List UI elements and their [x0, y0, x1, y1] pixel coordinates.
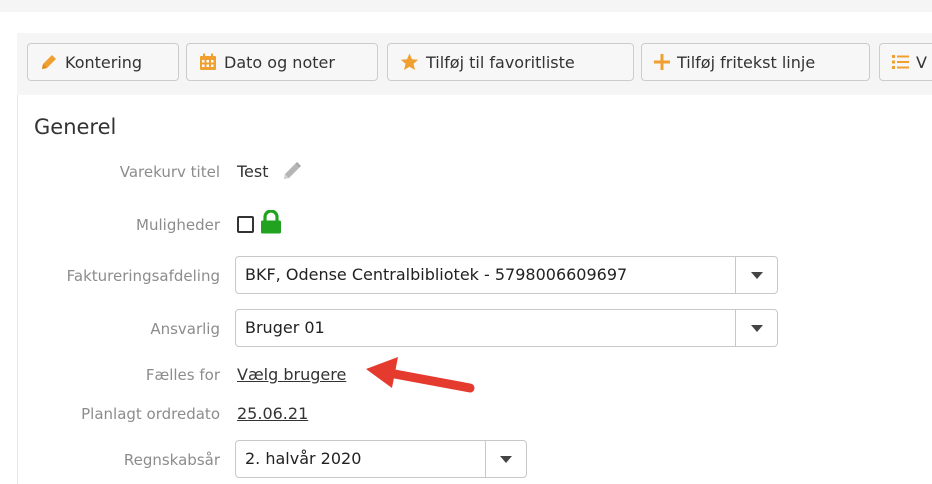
select-divider — [485, 441, 486, 477]
kontering-label: Kontering — [65, 52, 143, 72]
section-title: Generel — [34, 115, 117, 139]
plus-icon — [654, 54, 670, 70]
visning-button[interactable]: V — [879, 43, 932, 81]
planlagt-date-link[interactable]: 25.06.21 — [237, 404, 308, 423]
list-icon — [892, 55, 909, 69]
ansvarlig-label: Ansvarlig — [150, 320, 220, 338]
planlagt-label: Planlagt ordredato — [81, 405, 220, 423]
faelles-label: Fælles for — [145, 366, 220, 384]
fritekst-button[interactable]: Tilføj fritekst linje — [641, 43, 870, 81]
chevron-down-icon[interactable] — [751, 325, 763, 332]
favoritliste-button[interactable]: Tilføj til favoritliste — [387, 43, 634, 81]
fritekst-label: Tilføj fritekst linje — [677, 52, 816, 72]
vaelg-brugere-link[interactable]: Vælg brugere — [237, 365, 346, 384]
select-divider — [735, 257, 736, 293]
muligheder-checkbox[interactable] — [237, 216, 254, 233]
ansvarlig-value: Bruger 01 — [245, 318, 325, 337]
toolbar: Kontering Dato og noter Tilføj til favor… — [17, 33, 932, 95]
dato-noter-button[interactable]: Dato og noter — [186, 43, 378, 81]
top-strip — [0, 0, 932, 12]
fakturering-value: BKF, Odense Centralbibliotek - 579800660… — [245, 265, 628, 284]
visning-label: V — [916, 52, 927, 72]
pencil-icon — [42, 55, 56, 69]
regnskab-value: 2. halvår 2020 — [245, 449, 362, 468]
regnskab-select[interactable]: 2. halvår 2020 — [235, 440, 527, 478]
fakturering-select[interactable]: BKF, Odense Centralbibliotek - 579800660… — [235, 256, 778, 294]
fakturering-label: Faktureringsafdeling — [66, 267, 220, 285]
chevron-down-icon[interactable] — [751, 272, 763, 279]
varekurv-titel-value: Test — [237, 162, 269, 181]
favoritliste-label: Tilføj til favoritliste — [426, 52, 575, 72]
chevron-down-icon[interactable] — [500, 456, 512, 463]
calendar-icon — [200, 53, 216, 70]
star-icon — [400, 53, 419, 71]
regnskab-label: Regnskabsår — [123, 451, 220, 469]
muligheder-label: Muligheder — [136, 216, 220, 234]
ansvarlig-select[interactable]: Bruger 01 — [235, 309, 778, 347]
select-divider — [735, 310, 736, 346]
annotation-arrow — [366, 357, 475, 393]
varekurv-titel-label: Varekurv titel — [119, 163, 220, 181]
lock-icon — [261, 210, 281, 234]
kontering-button[interactable]: Kontering — [27, 43, 179, 81]
dato-noter-label: Dato og noter — [224, 52, 335, 72]
edit-pencil-icon[interactable] — [282, 161, 302, 181]
